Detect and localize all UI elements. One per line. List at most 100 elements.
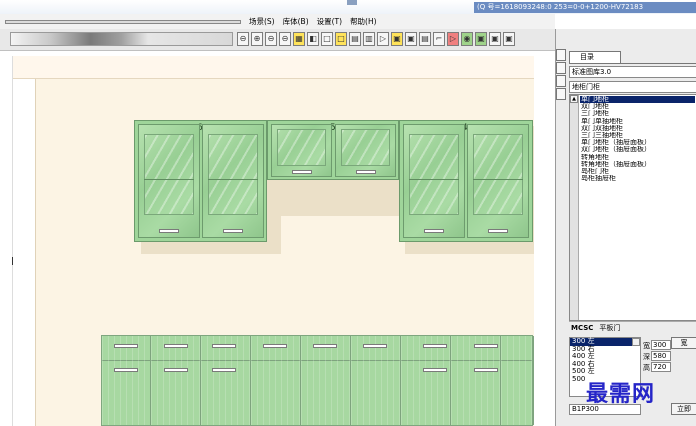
cabinet-list-item[interactable]: 单门地柜（抽屉面板） — [580, 139, 695, 146]
menu-list: 场景(S) 库体(B) 设置(T) 帮助(H) — [249, 15, 377, 28]
library-select[interactable]: 标准图库3.0 — [569, 66, 696, 78]
apply-button[interactable]: 立即 — [671, 403, 696, 415]
height-input[interactable]: 720 — [651, 362, 671, 372]
depth-input[interactable]: 580 — [651, 351, 671, 361]
vertical-tab-icon[interactable] — [556, 75, 566, 87]
cabinet-list-item[interactable]: 双门地柜 — [580, 103, 695, 110]
door-handle[interactable] — [424, 229, 444, 233]
zoom-window-icon[interactable]: ⊖ — [265, 32, 277, 46]
render-icon[interactable]: ◉ — [461, 32, 473, 46]
cabinet-list-item[interactable]: 双门双抽地柜 — [580, 125, 695, 132]
drawer-handle[interactable] — [423, 368, 447, 372]
vertical-tab-icon[interactable] — [556, 49, 566, 61]
width-input[interactable]: 300 — [651, 340, 671, 350]
select-box-icon[interactable]: □ — [335, 32, 347, 46]
size-scroll-icon[interactable] — [632, 338, 640, 346]
drawer-handle[interactable] — [212, 368, 236, 372]
door-handle[interactable] — [292, 170, 312, 174]
appliance-icon[interactable]: ▣ — [405, 32, 417, 46]
menu-scene[interactable]: 场景(S) — [249, 15, 275, 28]
dimension-labels: 宽 深 高 — [643, 341, 651, 374]
design-canvas[interactable]: 6 5 4 — [12, 56, 534, 426]
upper-cabinet-4[interactable]: 4 — [399, 120, 533, 242]
door-handle[interactable] — [223, 229, 243, 233]
cabinet-list-item[interactable]: 岛柜抽屉柜 — [580, 175, 695, 182]
vertical-tab-icon[interactable] — [556, 62, 566, 74]
drawer-handle[interactable] — [423, 344, 447, 348]
cabinet-list-item[interactable]: 单门单抽地柜 — [580, 118, 695, 125]
door-type[interactable]: 平板门 — [599, 324, 620, 332]
base-column — [251, 336, 301, 425]
upper-cabinet-6[interactable]: 6 — [134, 120, 267, 242]
list-scrollbar[interactable]: ▲ — [570, 95, 579, 320]
cabinet-list-item[interactable]: 单门地柜 — [580, 96, 695, 104]
tab-catalog[interactable]: 目录 — [569, 51, 621, 63]
menu-help[interactable]: 帮助(H) — [350, 15, 377, 28]
cabinet-door[interactable] — [467, 124, 529, 238]
box-icon[interactable]: □ — [321, 32, 333, 46]
cabinet-list-item[interactable]: 双门地柜（抽屉面板） — [580, 146, 695, 153]
door-handle[interactable] — [159, 229, 179, 233]
cabinet-list-item[interactable]: 三门三抽地柜 — [580, 132, 695, 139]
menu-library[interactable]: 库体(B) — [283, 15, 309, 28]
drawer-handle[interactable] — [212, 344, 236, 348]
settings-icon[interactable]: ▣ — [503, 32, 515, 46]
cabinet-door[interactable] — [271, 124, 332, 177]
furniture-icon[interactable]: ▣ — [391, 32, 403, 46]
door-glass — [408, 133, 460, 215]
door-glass — [207, 133, 259, 215]
base-column — [401, 336, 451, 425]
drawer-handle[interactable] — [474, 368, 498, 372]
export-icon[interactable]: ▣ — [489, 32, 501, 46]
left-edge-marker — [12, 257, 13, 265]
door-icon[interactable]: ▷ — [377, 32, 389, 46]
drawer-handle[interactable] — [114, 344, 138, 348]
vertical-tab-icon[interactable] — [556, 88, 566, 100]
title-accent — [347, 0, 357, 5]
cabinet-list-item[interactable]: 转角地柜（抽屉面板） — [580, 161, 695, 168]
zoom-in-icon[interactable]: ⊕ — [251, 32, 263, 46]
glass-shelf — [472, 178, 524, 180]
base-cabinet-row[interactable] — [101, 335, 534, 426]
zoom-fit-icon[interactable]: ⊖ — [279, 32, 291, 46]
scroll-up-icon[interactable]: ▲ — [570, 95, 578, 103]
base-column — [351, 336, 401, 425]
category-select[interactable]: 地柜门柜 — [569, 81, 696, 93]
camera-icon[interactable]: ▣ — [475, 32, 487, 46]
cabinet-door[interactable] — [138, 124, 200, 238]
cabinet-door[interactable] — [335, 124, 396, 177]
door-handle[interactable] — [356, 170, 376, 174]
panel-vertical-tabs — [556, 49, 568, 101]
zoom-out-icon[interactable]: ⊖ — [237, 32, 249, 46]
drawer-handle[interactable] — [164, 368, 188, 372]
wall-icon[interactable]: ◧ — [307, 32, 319, 46]
measure-icon[interactable]: ▷ — [447, 32, 459, 46]
door-glass — [340, 129, 391, 166]
upper-cabinet-5[interactable]: 5 — [267, 120, 399, 180]
color-gradient-bar[interactable] — [10, 32, 233, 46]
drawer-handle[interactable] — [263, 344, 287, 348]
grid-icon[interactable]: ▦ — [293, 32, 305, 46]
drawer-handle[interactable] — [474, 344, 498, 348]
app-window: (Q 号=1618093248:0 253=0-0+1200-HV72183 场… — [0, 0, 696, 426]
drawer-handle[interactable] — [164, 344, 188, 348]
cabinet-open-icon[interactable]: ▥ — [363, 32, 375, 46]
cabinet-door[interactable] — [202, 124, 264, 238]
glass-shelf — [207, 178, 259, 180]
corner-icon[interactable]: ⌐ — [433, 32, 445, 46]
cabinet-door[interactable] — [403, 124, 465, 238]
cabinet-list: ▲ 单门地柜 双门地柜 三门地柜 单门单抽地柜 双门双抽地柜 三门三抽地柜 单门地柜（抽屉面… — [569, 94, 696, 321]
depth-label: 深 — [643, 353, 650, 361]
cabinet-list-item[interactable]: 转角地柜 — [580, 154, 695, 161]
cabinet-list-item[interactable]: 岛柜门柜 — [580, 168, 695, 175]
drawer-handle[interactable] — [363, 344, 387, 348]
width-button[interactable]: 宽 — [671, 337, 696, 349]
drawer-handle[interactable] — [313, 344, 337, 348]
door-handle[interactable] — [488, 229, 508, 233]
counter-icon[interactable]: ▤ — [419, 32, 431, 46]
scene-slider-track[interactable] — [5, 20, 241, 24]
menu-settings[interactable]: 设置(T) — [317, 15, 342, 28]
cabinet-icon[interactable]: ▤ — [349, 32, 361, 46]
drawer-handle[interactable] — [114, 368, 138, 372]
cabinet-list-item[interactable]: 三门地柜 — [580, 110, 695, 117]
